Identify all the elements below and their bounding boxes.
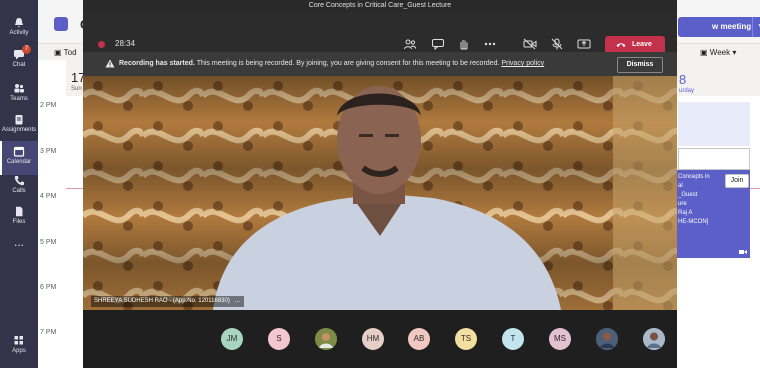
speaker-video[interactable]	[83, 76, 677, 310]
participant-photo	[596, 328, 618, 350]
rail-apps[interactable]: Apps	[0, 330, 38, 364]
participant-avatar[interactable]	[315, 328, 337, 350]
participants-icon[interactable]	[403, 38, 417, 50]
file-icon	[16, 206, 23, 217]
phone-icon	[14, 176, 24, 186]
rail-teams[interactable]: Teams	[0, 78, 38, 112]
participant-avatar[interactable]: HM	[362, 328, 384, 350]
participant-avatar[interactable]	[596, 328, 618, 350]
today-button[interactable]: ▣ Tod	[54, 48, 77, 57]
chat-badge: 7	[22, 45, 31, 54]
day-name-right: urday	[679, 88, 695, 94]
participant-avatar[interactable]: AB	[408, 328, 430, 350]
participant-avatar[interactable]: T	[502, 328, 524, 350]
rail-label: Assignments	[1, 127, 37, 133]
event-line: _Guest	[678, 192, 698, 198]
rail-label: Chat	[12, 62, 26, 68]
more-icon[interactable]: …	[235, 298, 241, 304]
time-label: 3 PM	[40, 148, 57, 155]
rail-chat[interactable]: 7 Chat	[0, 44, 38, 78]
participant-gallery: JM S HM AB TS T MS	[83, 310, 677, 368]
meeting-title: Core Concepts in Critical Care_Guest Lec…	[83, 0, 677, 12]
bell-icon	[15, 18, 23, 28]
calendar-icon	[13, 146, 25, 157]
rail-calls[interactable]: Calls	[0, 170, 38, 204]
event-line: Raj A	[678, 210, 693, 216]
video-frame	[83, 76, 677, 310]
rail-assignments[interactable]: Assignments	[0, 109, 38, 143]
join-button[interactable]: Join	[725, 174, 749, 188]
rail-label: Calendar	[6, 159, 32, 165]
apps-icon	[14, 336, 23, 345]
day-name-left: Sun	[71, 86, 82, 92]
calendar-app-icon	[54, 17, 68, 31]
calendar-event-block[interactable]	[678, 148, 750, 170]
day-number-right: 8	[679, 72, 687, 87]
recording-consent-text: This meeting is being recorded. By joini…	[196, 60, 500, 67]
new-meeting-label: w meeting	[712, 22, 752, 31]
speaker-name: SHREEYA SUDHESH RAO - (App.No. 120116830…	[94, 298, 230, 304]
time-label: 2 PM	[40, 102, 57, 109]
recording-banner: Recording has started. This meeting is b…	[83, 52, 677, 76]
participant-avatar[interactable]: S	[268, 328, 290, 350]
rail-label: Files	[12, 219, 26, 225]
calendar-week-icon: ▣	[700, 48, 710, 57]
participant-photo	[643, 328, 665, 350]
meeting-controls: 28:34 Leave	[83, 12, 677, 54]
privacy-policy-link[interactable]: Privacy policy	[501, 60, 544, 67]
rail-activity[interactable]: Activity	[0, 12, 38, 46]
time-column: 2 PM 3 PM 4 PM 5 PM 6 PM 7 PM	[38, 60, 66, 368]
participant-avatar[interactable]: TS	[455, 328, 477, 350]
teams-window: Activity 7 Chat Teams Assignments Calend…	[0, 0, 760, 368]
participant-avatar[interactable]: MS	[549, 328, 571, 350]
chevron-down-icon: ▾	[732, 48, 737, 57]
week-label: Week	[709, 48, 731, 57]
time-label: 7 PM	[40, 329, 57, 336]
raise-hand-icon[interactable]	[457, 38, 471, 50]
participant-photo	[315, 328, 337, 350]
time-label: 4 PM	[40, 193, 57, 200]
speaker-name-tag: SHREEYA SUDHESH RAO - (App.No. 120116830…	[91, 296, 244, 307]
rail-more[interactable]: ...	[0, 232, 38, 266]
participant-avatar[interactable]	[643, 328, 665, 350]
more-icon: ...	[13, 235, 24, 249]
today-label: Tod	[63, 48, 77, 57]
event-line: ure	[678, 201, 687, 207]
week-view-button[interactable]: ▣ Week ▾	[700, 48, 736, 57]
share-screen-icon[interactable]	[577, 38, 591, 50]
recording-icon	[98, 41, 105, 48]
hang-up-icon	[616, 43, 626, 47]
assignments-icon	[15, 115, 23, 125]
calendar-event-block[interactable]	[678, 102, 750, 146]
time-label: 5 PM	[40, 239, 57, 246]
rail-label: Activity	[9, 30, 29, 36]
rail-files[interactable]: Files	[0, 201, 38, 235]
dismiss-button[interactable]: Dismiss	[617, 57, 663, 73]
rail-label: Teams	[10, 96, 28, 102]
rail-label: Apps	[12, 348, 26, 354]
video-icon	[739, 250, 747, 254]
participant-avatar[interactable]: JM	[221, 328, 243, 350]
warning-icon	[105, 59, 115, 68]
leave-label: Leave	[632, 41, 652, 48]
camera-off-icon[interactable]	[523, 38, 537, 50]
mic-off-icon[interactable]	[550, 38, 564, 50]
app-rail: Activity 7 Chat Teams Assignments Calend…	[0, 0, 38, 368]
recording-started-text: Recording has started.	[119, 60, 195, 67]
calendar-today-icon: ▣	[54, 48, 64, 57]
meeting-window: Core Concepts in Critical Care_Guest Lec…	[83, 0, 677, 368]
rail-label: Calls	[12, 188, 26, 194]
event-line: HE-MCON]	[678, 219, 709, 225]
time-label: 6 PM	[40, 284, 57, 291]
new-meeting-button[interactable]: w meeting ▾	[678, 17, 760, 37]
teams-icon	[14, 84, 24, 93]
meeting-timer: 28:34	[115, 39, 136, 48]
more-options-icon[interactable]	[483, 38, 497, 50]
chevron-down-icon[interactable]: ▾	[752, 17, 760, 37]
chat-icon[interactable]	[431, 38, 445, 50]
